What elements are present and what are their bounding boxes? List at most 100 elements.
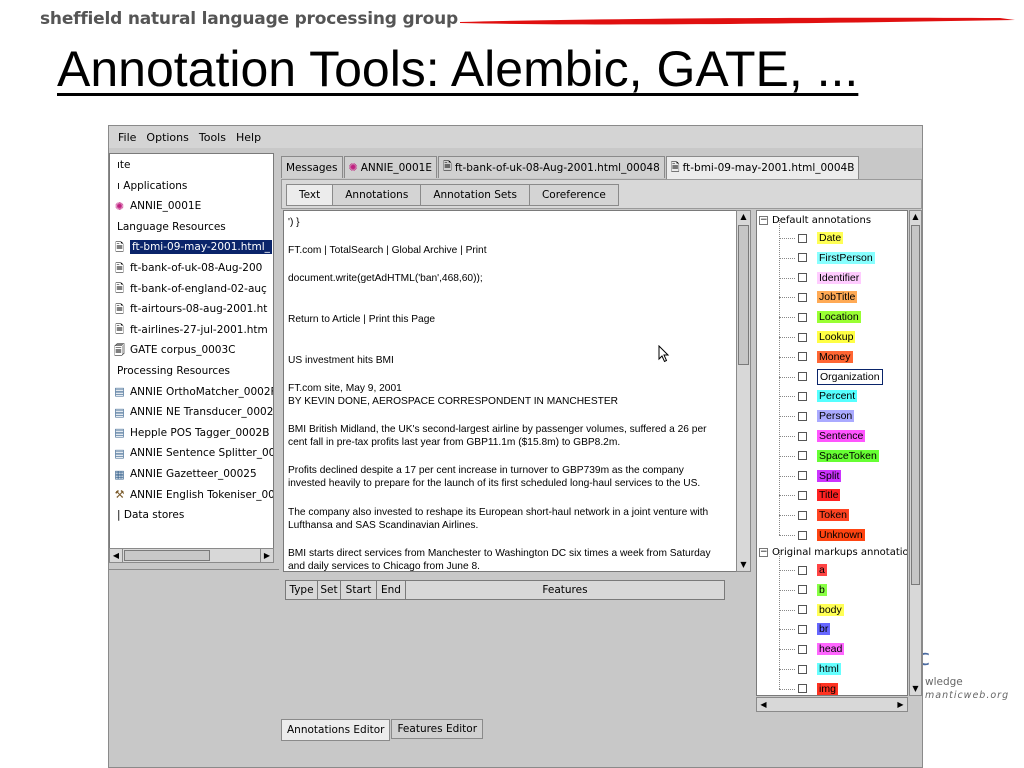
view-tab[interactable]: Text — [286, 184, 334, 206]
annotation-type-item[interactable]: Identifier — [757, 268, 862, 288]
resource-tree-item[interactable]: Language Resources — [111, 217, 226, 237]
annotation-type-item[interactable]: Date — [757, 228, 844, 248]
annotation-type-item[interactable]: Unknown — [757, 525, 865, 545]
annotation-type-item[interactable]: a — [757, 560, 827, 580]
annotation-type-checkbox[interactable] — [798, 684, 807, 694]
scroll-thumb[interactable] — [738, 225, 749, 365]
scroll-up-arrow-icon[interactable]: ▲ — [737, 211, 750, 223]
menu-help[interactable]: Help — [231, 131, 266, 144]
editor-tab[interactable]: Annotations Editor — [281, 719, 391, 741]
annotation-set-node[interactable]: − Original markups annotatio — [759, 543, 907, 561]
annotation-type-checkbox[interactable] — [798, 391, 807, 401]
menu-file[interactable]: File — [113, 131, 141, 144]
scroll-up-arrow-icon[interactable]: ▲ — [910, 211, 921, 223]
scroll-left-arrow-icon[interactable]: ◀ — [757, 698, 770, 711]
annotation-set-node[interactable]: − Default annotations — [759, 211, 871, 229]
annotation-type-item[interactable]: html — [757, 659, 841, 679]
annotation-type-checkbox[interactable] — [798, 510, 807, 520]
editor-tab[interactable]: Features Editor — [391, 719, 484, 739]
annotation-type-item[interactable]: body — [757, 600, 844, 620]
annotation-type-item[interactable]: Lookup — [757, 327, 856, 347]
annotation-type-checkbox[interactable] — [798, 253, 807, 263]
annotation-type-checkbox[interactable] — [798, 565, 807, 575]
annotation-type-checkbox[interactable] — [798, 624, 807, 634]
annotation-type-checkbox[interactable] — [798, 644, 807, 654]
annotation-type-checkbox[interactable] — [798, 431, 807, 441]
annotation-type-item[interactable]: b — [757, 580, 827, 600]
collapse-icon[interactable]: − — [759, 547, 768, 557]
scroll-right-arrow-icon[interactable]: ▶ — [894, 698, 907, 711]
table-column-header[interactable]: Features — [405, 580, 725, 600]
annotation-type-checkbox[interactable] — [798, 605, 807, 615]
annotation-type-item[interactable]: Money — [757, 347, 853, 367]
annotation-type-checkbox[interactable] — [798, 352, 807, 362]
view-tab[interactable]: Annotation Sets — [420, 184, 530, 206]
annotation-type-checkbox[interactable] — [798, 312, 807, 322]
resource-tree-item[interactable]: 🗎 ft-airlines-27-jul-2001.htm — [113, 320, 268, 340]
scroll-thumb[interactable] — [124, 550, 210, 561]
scroll-down-arrow-icon[interactable]: ▼ — [910, 683, 921, 695]
resources-horizontal-scrollbar[interactable]: ◀ ▶ — [109, 548, 274, 563]
annotation-type-checkbox[interactable] — [798, 490, 807, 500]
scroll-right-arrow-icon[interactable]: ▶ — [260, 549, 273, 562]
collapse-icon[interactable]: − — [759, 215, 768, 225]
annotation-type-item[interactable]: FirstPerson — [757, 248, 875, 268]
resource-tree-item[interactable]: ▦ ANNIE Gazetteer_00025 — [113, 464, 256, 484]
resource-tree-item[interactable]: ✺ ANNIE_0001E — [113, 196, 201, 216]
annotation-type-item[interactable]: head — [757, 639, 845, 659]
resource-tree-item[interactable]: ▤ Hepple POS Tagger_0002B — [113, 423, 269, 443]
menu-tools[interactable]: Tools — [194, 131, 231, 144]
annotation-type-checkbox[interactable] — [798, 530, 807, 540]
annotation-type-checkbox[interactable] — [798, 372, 807, 382]
view-tab[interactable]: Coreference — [528, 184, 619, 206]
resource-tree-item[interactable]: ı Applications — [111, 176, 187, 196]
resource-tree-item[interactable]: 🗎 ft-bank-of-england-02-auç — [113, 279, 267, 299]
table-column-header[interactable]: Type — [285, 580, 318, 600]
annotation-type-item[interactable]: Organization — [757, 367, 883, 387]
resource-tree-item[interactable]: ▤ ANNIE Sentence Splitter_000 — [113, 443, 273, 463]
annotation-type-checkbox[interactable] — [798, 233, 807, 243]
document-tab[interactable]: 🗎 ft-bmi-09-may-2001.html_0004B — [665, 156, 860, 179]
annotation-type-checkbox[interactable] — [798, 292, 807, 302]
annotation-type-checkbox[interactable] — [798, 451, 807, 461]
resource-tree-item[interactable]: 🗎 ft-airtours-08-aug-2001.ht — [113, 299, 267, 319]
annotation-type-item[interactable]: Title — [757, 485, 841, 505]
annotation-type-checkbox[interactable] — [798, 411, 807, 421]
resource-tree-item[interactable]: ▤ ANNIE NE Transducer_0002 — [113, 402, 273, 422]
annotation-sets-vertical-scrollbar[interactable]: ▲ ▼ — [909, 210, 922, 696]
annotation-type-item[interactable]: Person — [757, 406, 855, 426]
annotation-type-item[interactable]: Sentence — [757, 426, 866, 446]
document-tab[interactable]: ✺ ANNIE_0001E — [343, 156, 437, 178]
document-tab[interactable]: Messages — [281, 156, 343, 178]
annotation-sets-horizontal-scrollbar[interactable]: ◀ ▶ — [756, 697, 908, 712]
annotation-type-checkbox[interactable] — [798, 664, 807, 674]
document-tab[interactable]: 🗎 ft-bank-of-uk-08-Aug-2001.html_00048 — [437, 156, 665, 178]
scroll-thumb[interactable] — [911, 225, 920, 585]
document-text-pane[interactable]: ') } FT.com | TotalSearch | Global Archiv… — [283, 210, 741, 572]
resource-tree-item[interactable]: ıte — [111, 155, 131, 175]
annotation-type-checkbox[interactable] — [798, 273, 807, 283]
annotation-type-checkbox[interactable] — [798, 585, 807, 595]
resource-tree-item[interactable]: 🗎 ft-bank-of-uk-08-Aug-200 — [113, 258, 262, 278]
annotation-type-item[interactable]: SpaceToken — [757, 446, 879, 466]
table-column-header[interactable]: End — [376, 580, 406, 600]
view-tab[interactable]: Annotations — [332, 184, 422, 206]
annotation-type-checkbox[interactable] — [798, 471, 807, 481]
scroll-down-arrow-icon[interactable]: ▼ — [737, 559, 750, 571]
resource-tree-item[interactable]: 🗎 ft-bmi-09-may-2001.html_ — [113, 237, 272, 257]
annotation-type-item[interactable]: JobTitle — [757, 287, 858, 307]
annotation-type-item[interactable]: img — [757, 679, 838, 695]
annotation-type-item[interactable]: Percent — [757, 386, 858, 406]
resource-tree-item[interactable]: ⚒ ANNIE English Tokeniser_00 — [113, 485, 273, 505]
annotation-type-item[interactable]: br — [757, 619, 831, 639]
annotation-type-item[interactable]: Split — [757, 466, 842, 486]
resource-tree-item[interactable]: | Data stores — [111, 505, 184, 525]
annotation-type-item[interactable]: Location — [757, 307, 861, 327]
table-column-header[interactable]: Set — [317, 580, 341, 600]
text-vertical-scrollbar[interactable]: ▲ ▼ — [736, 210, 751, 572]
resource-tree-item[interactable]: Processing Resources — [111, 361, 230, 381]
menu-options[interactable]: Options — [141, 131, 193, 144]
resource-tree-item[interactable]: 🗐 GATE corpus_0003C — [113, 340, 236, 360]
table-column-header[interactable]: Start — [340, 580, 377, 600]
resource-tree-item[interactable]: ▤ ANNIE OrthoMatcher_0002F — [113, 382, 273, 402]
